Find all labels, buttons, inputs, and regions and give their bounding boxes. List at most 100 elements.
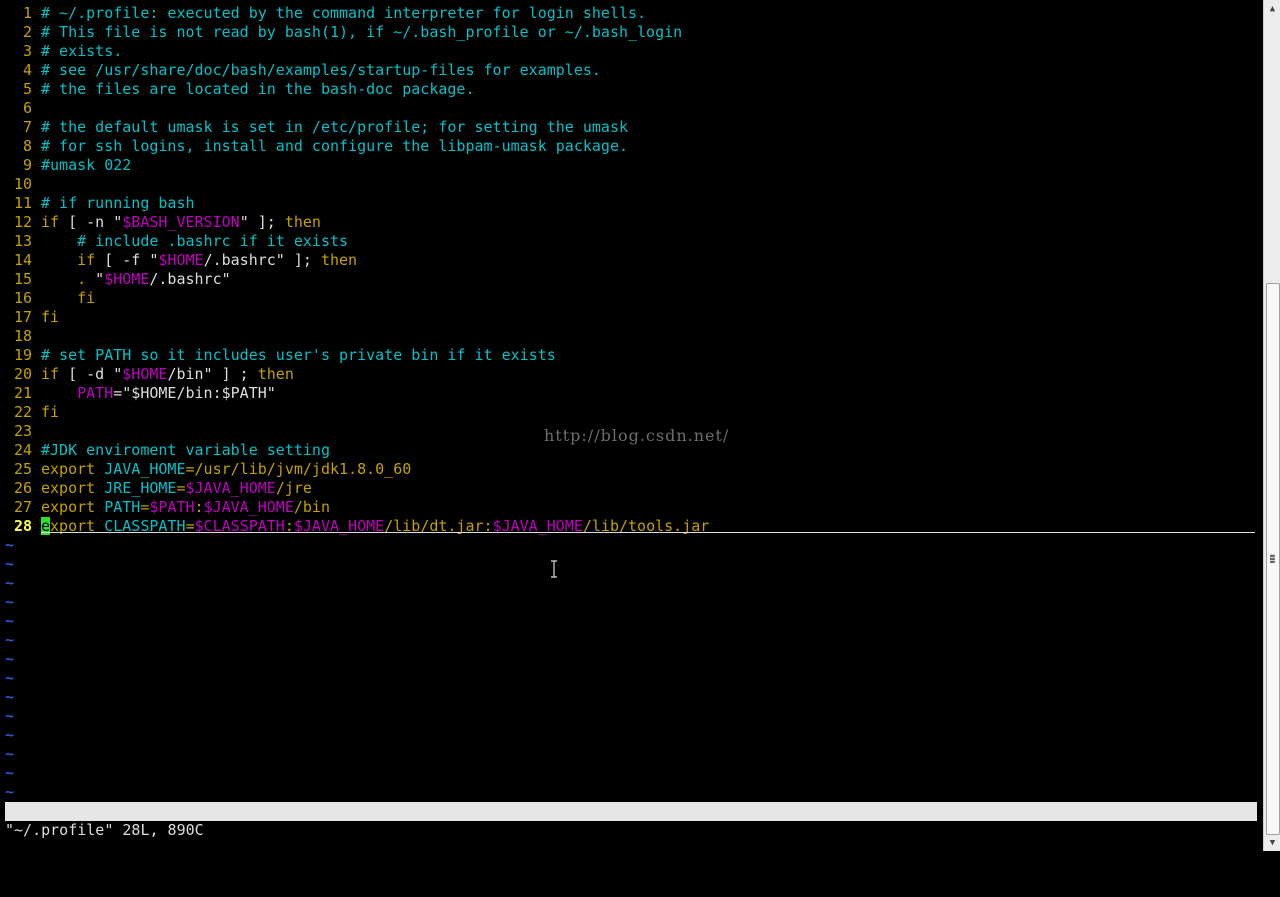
- line-text[interactable]: fi: [41, 403, 59, 422]
- editor-line[interactable]: 4 # see /usr/share/doc/bash/examples/star…: [0, 61, 601, 80]
- line-text[interactable]: export CLASSPATH=$CLASSPATH:$JAVA_HOME/l…: [41, 517, 709, 536]
- scroll-down-arrow-icon[interactable]: ▼: [1264, 834, 1280, 851]
- line-text[interactable]: if [ -d "$HOME/bin" ] ; then: [41, 365, 294, 384]
- token: # ~/.profile: executed by the command in…: [41, 4, 647, 22]
- empty-line-tilde: ~: [5, 593, 15, 611]
- scroll-up-arrow-icon[interactable]: ▲: [1264, 0, 1280, 17]
- line-text[interactable]: if [ -f "$HOME/.bashrc" ]; then: [41, 251, 357, 270]
- editor-line[interactable]: 25 export JAVA_HOME=/usr/lib/jvm/jdk1.8.0…: [0, 460, 411, 479]
- line-text[interactable]: export JRE_HOME=$JAVA_HOME/jre: [41, 479, 312, 498]
- editor-line[interactable]: 3 # exists.: [0, 42, 122, 61]
- token: fi: [77, 289, 96, 307]
- editor-line[interactable]: 26 export JRE_HOME=$JAVA_HOME/jre: [0, 479, 312, 498]
- editor-line[interactable]: 18: [0, 327, 41, 346]
- editor-line[interactable]: 17 fi: [0, 308, 59, 327]
- command-line[interactable]: "~/.profile" 28L, 890C: [5, 821, 204, 840]
- line-text[interactable]: # the default umask is set in /etc/profi…: [41, 118, 628, 137]
- line-text[interactable]: # include .bashrc if it exists: [41, 232, 348, 251]
- token: export: [41, 498, 96, 516]
- token: ] ;: [212, 365, 258, 383]
- editor-line[interactable]: 16 fi: [0, 289, 95, 308]
- line-number: 14: [13, 251, 32, 269]
- editor-line[interactable]: 12 if [ -n "$BASH_VERSION" ]; then: [0, 213, 321, 232]
- token: export: [41, 479, 96, 497]
- editor-line[interactable]: 6: [0, 99, 41, 118]
- empty-line-tilde: ~: [5, 764, 15, 782]
- line-number: 22: [13, 403, 32, 421]
- scrollbar-thumb[interactable]: ▬ ▬ ▬: [1266, 283, 1280, 835]
- editor-line[interactable]: 15 . "$HOME/.bashrc": [0, 270, 231, 289]
- line-text[interactable]: # the files are located in the bash-doc …: [41, 80, 474, 99]
- line-number: 5: [22, 80, 32, 98]
- line-number: 2: [22, 23, 32, 41]
- token: ": [113, 365, 123, 383]
- token: # the default umask is set in /etc/profi…: [41, 118, 628, 136]
- editor-line[interactable]: 28 export CLASSPATH=$CLASSPATH:$JAVA_HOME…: [0, 517, 709, 536]
- empty-line-tilde: ~: [5, 726, 15, 744]
- editor-line[interactable]: 1 # ~/.profile: executed by the command i…: [0, 4, 646, 23]
- token: # see /usr/share/doc/bash/examples/start…: [41, 61, 601, 79]
- line-text[interactable]: fi: [41, 308, 59, 327]
- editor-line[interactable]: 14 if [ -f "$HOME/.bashrc" ]; then: [0, 251, 357, 270]
- line-text[interactable]: fi: [41, 289, 95, 308]
- token: ": [86, 270, 105, 288]
- editor-line[interactable]: 27 export PATH=$PATH:$JAVA_HOME/bin: [0, 498, 330, 517]
- token: $PATH: [149, 498, 195, 516]
- editor-line[interactable]: 19 # set PATH so it includes user's priva…: [0, 346, 556, 365]
- line-text[interactable]: # set PATH so it includes user's private…: [41, 346, 556, 365]
- line-text[interactable]: export JAVA_HOME=/usr/lib/jvm/jdk1.8.0_6…: [41, 460, 411, 479]
- editor-line[interactable]: 13 # include .bashrc if it exists: [0, 232, 348, 251]
- line-text[interactable]: # ~/.profile: executed by the command in…: [41, 4, 646, 23]
- token: $HOME: [158, 251, 204, 269]
- editor-line[interactable]: 5 # the files are located in the bash-doc…: [0, 80, 475, 99]
- editor-line[interactable]: 8 # for ssh logins, install and configure…: [0, 137, 628, 156]
- line-number: 1: [22, 4, 32, 22]
- line-number: 24: [13, 441, 32, 459]
- empty-line-tilde: ~: [5, 783, 15, 801]
- line-text[interactable]: if [ -n "$BASH_VERSION" ]; then: [41, 213, 321, 232]
- token: ": [239, 213, 249, 231]
- line-number: 23: [13, 422, 32, 440]
- token: $BASH_VERSION: [122, 213, 240, 231]
- token: # exists.: [41, 42, 123, 60]
- line-text[interactable]: # This file is not read by bash(1), if ~…: [41, 23, 682, 42]
- editor-line[interactable]: 9 #umask 022: [0, 156, 131, 175]
- line-text[interactable]: PATH="$HOME/bin:$PATH": [41, 384, 276, 403]
- line-number: 27: [13, 498, 32, 516]
- editor-line[interactable]: 24 #JDK enviroment variable setting: [0, 441, 330, 460]
- line-text[interactable]: # if running bash: [41, 194, 195, 213]
- token: ];: [284, 251, 321, 269]
- line-number: 4: [22, 61, 32, 79]
- editor-line[interactable]: 21 PATH="$HOME/bin:$PATH": [0, 384, 276, 403]
- line-text[interactable]: #JDK enviroment variable setting: [41, 441, 330, 460]
- line-number: 16: [13, 289, 32, 307]
- line-text[interactable]: #umask 022: [41, 156, 131, 175]
- editor-line[interactable]: 20 if [ -d "$HOME/bin" ] ; then: [0, 365, 294, 384]
- token: ="$HOME/bin:$PATH": [113, 384, 276, 402]
- terminal-window[interactable]: 1 # ~/.profile: executed by the command i…: [0, 0, 1263, 877]
- token: ];: [248, 213, 285, 231]
- empty-line-tilde: ~: [5, 612, 15, 630]
- vertical-scrollbar[interactable]: ▲ ▬ ▬ ▬ ▼: [1263, 0, 1280, 851]
- line-text[interactable]: # see /usr/share/doc/bash/examples/start…: [41, 61, 601, 80]
- line-text[interactable]: export PATH=$PATH:$JAVA_HOME/bin: [41, 498, 330, 517]
- empty-line-tilde: ~: [5, 745, 15, 763]
- token: ": [113, 213, 123, 231]
- token: $HOME: [104, 270, 150, 288]
- line-text[interactable]: . "$HOME/.bashrc": [41, 270, 231, 289]
- editor-line[interactable]: 7 # the default umask is set in /etc/prof…: [0, 118, 628, 137]
- editor-line[interactable]: 10: [0, 175, 41, 194]
- editor-line[interactable]: 22 fi: [0, 403, 59, 422]
- line-number: 11: [13, 194, 32, 212]
- token: fi: [41, 403, 60, 421]
- line-text[interactable]: # exists.: [41, 42, 122, 61]
- token: /jre: [275, 479, 312, 497]
- editor-line[interactable]: 23: [0, 422, 41, 441]
- token: PATH: [95, 498, 141, 516]
- editor-line[interactable]: 2 # This file is not read by bash(1), if …: [0, 23, 682, 42]
- token: # for ssh logins, install and configure …: [41, 137, 628, 155]
- editor-line[interactable]: 11 # if running bash: [0, 194, 195, 213]
- line-text[interactable]: # for ssh logins, install and configure …: [41, 137, 628, 156]
